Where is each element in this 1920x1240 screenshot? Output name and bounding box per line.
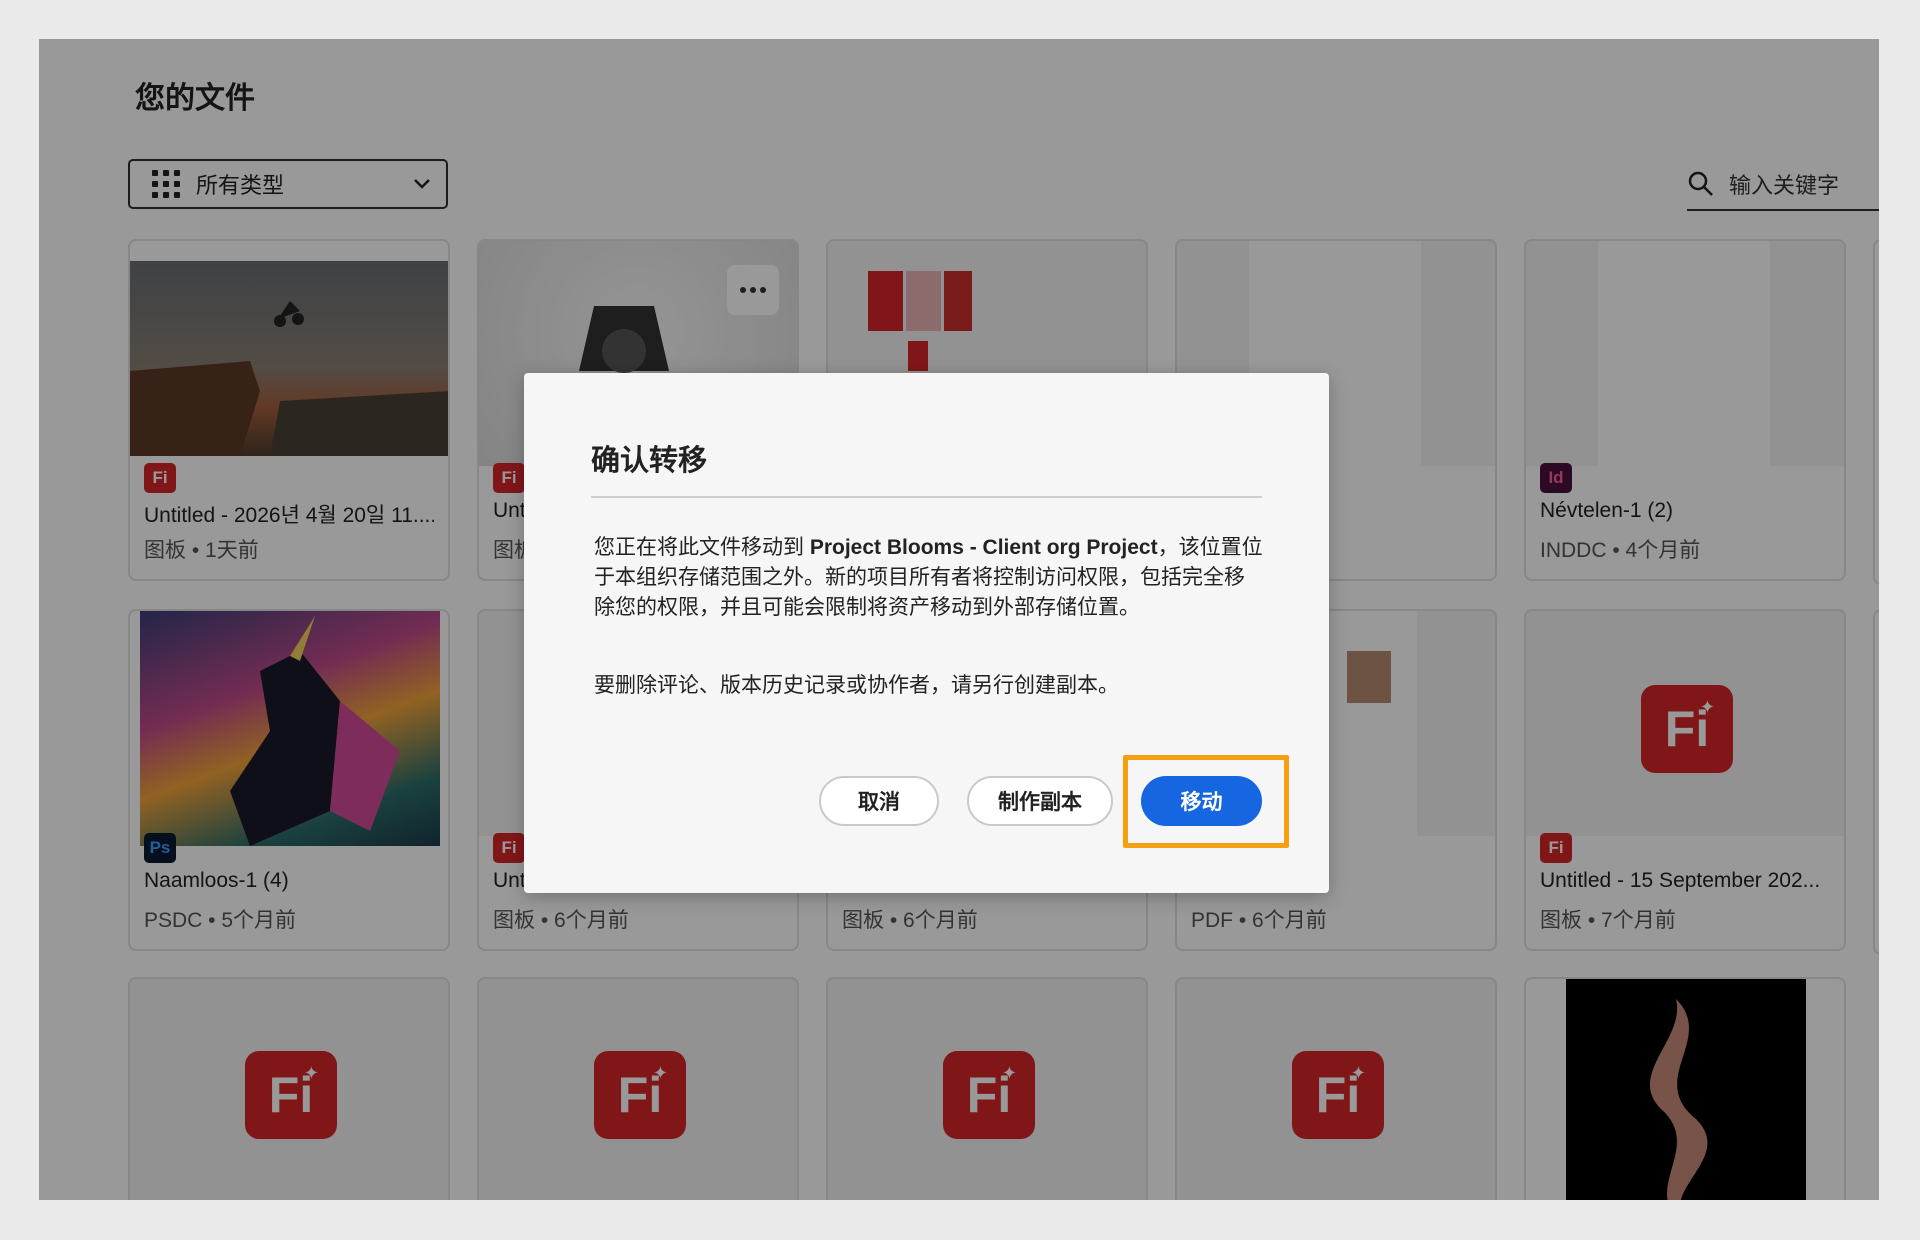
dialog-divider [591, 496, 1262, 498]
cancel-button[interactable]: 取消 [819, 776, 939, 826]
dialog-note: 要删除评论、版本历史记录或协作者，请另行创建副本。 [594, 674, 1119, 697]
highlight-box [1123, 755, 1289, 848]
dialog-message: 您正在将此文件移动到 Project Blooms - Client org P… [594, 536, 1263, 619]
make-copy-button[interactable]: 制作副本 [967, 776, 1113, 826]
dialog-title: 确认转移 [591, 445, 708, 477]
project-name: Project Blooms - Client org Project [809, 536, 1158, 559]
